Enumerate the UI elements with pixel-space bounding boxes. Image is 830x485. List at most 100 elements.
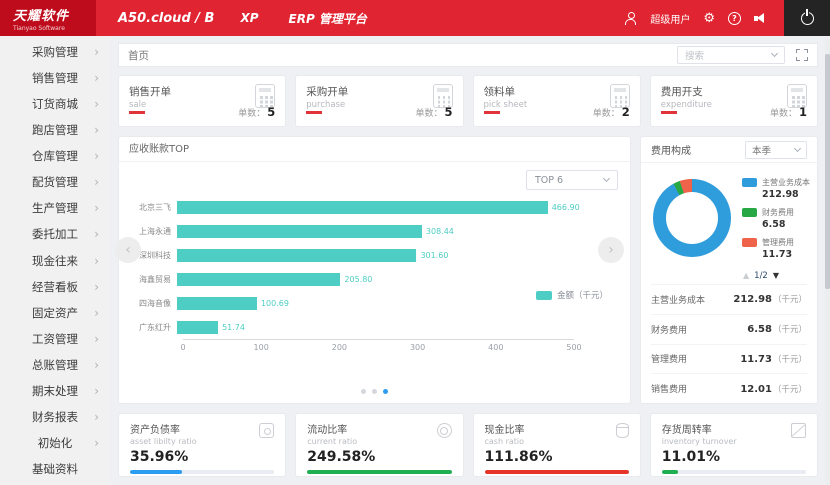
sidebar-item-label: 采购管理 [32, 45, 78, 60]
logout-button[interactable] [784, 0, 830, 36]
bar[interactable] [177, 296, 257, 310]
sidebar-item-6[interactable]: 配货管理 › [0, 169, 110, 195]
scrollbar-thumb[interactable] [825, 54, 830, 289]
sidebar-item-10[interactable]: 经营看板 › [0, 274, 110, 300]
carousel-dot[interactable] [383, 389, 388, 394]
sidebar-item-label: 财务报表 [32, 409, 78, 424]
user-icon[interactable] [624, 11, 637, 25]
scrollbar[interactable] [825, 38, 830, 485]
pager-down-icon[interactable]: ▼ [773, 271, 779, 280]
user-name[interactable]: 超级用户 [650, 11, 690, 26]
metric-progress-fill [130, 470, 182, 474]
announcement-icon[interactable] [754, 12, 768, 25]
chevron-right-icon: › [94, 201, 99, 216]
donut-legend: 主营业务成本 212.98 财务费用 6.58 管理费用 11.73 [742, 177, 810, 260]
kpi-bottom: 单数： 1 [660, 105, 807, 119]
expense-list-row: 主营业务成本 212.98（千元） [651, 284, 807, 314]
sidebar-item-2[interactable]: 销售管理 › [0, 65, 110, 91]
search-input[interactable]: 搜索 [677, 46, 785, 64]
sidebar-item-13[interactable]: 总账管理 › [0, 352, 110, 378]
period-select[interactable]: 本季 [745, 140, 807, 159]
carousel-next-button[interactable]: › [598, 237, 624, 263]
help-icon[interactable] [728, 11, 741, 25]
chevron-right-icon: › [94, 175, 99, 190]
bar-row: 海鑫贸易 205.80 [129, 267, 620, 291]
bar[interactable] [177, 272, 341, 286]
chevron-right-icon: › [94, 45, 99, 60]
bar-value-label: 51.74 [222, 322, 245, 332]
bar[interactable] [177, 224, 422, 238]
metric-card[interactable]: 存货周转率 inventory turnover 11.01% [649, 413, 818, 477]
breadcrumb[interactable]: 首页 [128, 48, 149, 63]
bar[interactable] [177, 320, 219, 334]
expense-list: 主营业务成本 212.98（千元） 财务费用 6.58（千元） 管理费用 11.73（千元… [641, 284, 817, 403]
donut-legend-item[interactable]: 管理费用 11.73 [742, 237, 810, 260]
donut-title: 费用构成 [651, 146, 691, 157]
receivables-chart-panel: 应收账款TOP TOP 6 北京三飞 466.90 上海永通 308.44 深圳科技 30… [115, 136, 631, 404]
chevron-right-icon: › [94, 149, 99, 164]
scale-icon [259, 423, 275, 438]
carousel-dot[interactable] [372, 389, 377, 394]
settings-icon[interactable] [703, 12, 715, 25]
sidebar-item-16[interactable]: 初始化 › [0, 430, 110, 456]
kpi-card[interactable]: 采购开单 purchase 单数： 5 [295, 75, 464, 127]
chart-legend: 金额（千元） [535, 289, 608, 301]
metric-card-row: 资产负债率 asset libilty ratio 35.96% 流动比率 curren… [118, 413, 818, 477]
sidebar-item-label: 配货管理 [32, 175, 78, 190]
top-n-select[interactable]: TOP 6 [526, 170, 618, 190]
expense-list-row: 销售费用 12.01（千元） [651, 373, 807, 403]
expense-composition-panel: 费用构成 本季 主营业务成本 212.98 财务费用 6.58 管理费用 11.73 ▲ … [640, 136, 818, 404]
kpi-title: 领料单 [483, 86, 516, 98]
sidebar-item-7[interactable]: 生产管理 › [0, 195, 110, 221]
legend-text: 管理费用 11.73 [762, 237, 794, 260]
app-logo[interactable]: 天耀软件 Tianyao Software [0, 0, 96, 36]
expense-value: 12.01（千元） [740, 383, 807, 395]
metric-subtitle: cash ratio [484, 437, 525, 446]
dashboard-content: 首页 搜索 销售开单 sale 单数： 5 采购开单 purchase 单数： 5 领料单 pic… [110, 36, 830, 485]
kpi-card[interactable]: 费用开支 expenditure 单数： 1 [649, 75, 818, 127]
bar-row: 上海永通 308.44 [129, 219, 620, 243]
legend-label: 主营业务成本 [762, 177, 810, 187]
sidebar-item-8[interactable]: 委托加工 › [0, 221, 110, 247]
metric-card[interactable]: 流动比率 current ratio 249.58% [295, 413, 464, 477]
sidebar-item-4[interactable]: 跑店管理 › [0, 117, 110, 143]
sidebar-item-9[interactable]: 现金往来 › [0, 248, 110, 274]
metric-subtitle: asset libilty ratio [130, 437, 197, 446]
donut-chart-area: 主营业务成本 212.98 财务费用 6.58 管理费用 11.73 [641, 163, 817, 267]
metric-progress-fill [661, 470, 678, 474]
red-dash [129, 110, 145, 114]
bar-track: 100.69 [177, 296, 574, 310]
carousel-prev-button[interactable]: ‹ [115, 237, 141, 263]
sidebar-item-3[interactable]: 订货商城 › [0, 91, 110, 117]
erp-app: 天耀软件 Tianyao Software A50.cloud / B XP E… [0, 0, 830, 485]
bar-track: 308.44 [177, 224, 574, 238]
sidebar-item-5[interactable]: 仓库管理 › [0, 143, 110, 169]
carousel-dot[interactable] [361, 389, 366, 394]
expense-value: 11.73（千元） [740, 353, 807, 365]
product-edition: XP [240, 11, 259, 25]
sidebar-item-11[interactable]: 固定资产 › [0, 300, 110, 326]
metric-card[interactable]: 现金比率 cash ratio 111.86% [472, 413, 641, 477]
sidebar-item-17[interactable]: 基础资料 [0, 456, 110, 482]
kpi-count-value: 5 [267, 105, 276, 119]
donut-legend-item[interactable]: 主营业务成本 212.98 [742, 177, 810, 200]
kpi-card[interactable]: 领料单 pick sheet 单数： 2 [472, 75, 641, 127]
bar[interactable] [177, 200, 548, 214]
kpi-card[interactable]: 销售开单 sale 单数： 5 [118, 75, 287, 127]
logo-subtitle: Tianyao Software [13, 24, 65, 32]
bar[interactable] [177, 248, 417, 262]
sidebar-item-15[interactable]: 财务报表 › [0, 404, 110, 430]
pager-up-icon[interactable]: ▲ [743, 271, 749, 280]
fullscreen-icon[interactable] [796, 49, 808, 61]
metric-card[interactable]: 资产负债率 asset libilty ratio 35.96% [118, 413, 287, 477]
sidebar-item-1[interactable]: 采购管理 › [0, 39, 110, 65]
chevron-right-icon: › [94, 97, 99, 112]
chart-title: 应收账款TOP [119, 137, 630, 162]
expense-list-row: 财务费用 6.58（千元） [651, 313, 807, 344]
kpi-bottom: 单数： 5 [306, 105, 453, 119]
chevron-right-icon: › [94, 279, 99, 294]
sidebar-item-12[interactable]: 工资管理 › [0, 326, 110, 352]
donut-legend-item[interactable]: 财务费用 6.58 [742, 207, 810, 230]
axis-tick-label: 300 [409, 343, 426, 352]
sidebar-item-14[interactable]: 期末处理 › [0, 378, 110, 404]
